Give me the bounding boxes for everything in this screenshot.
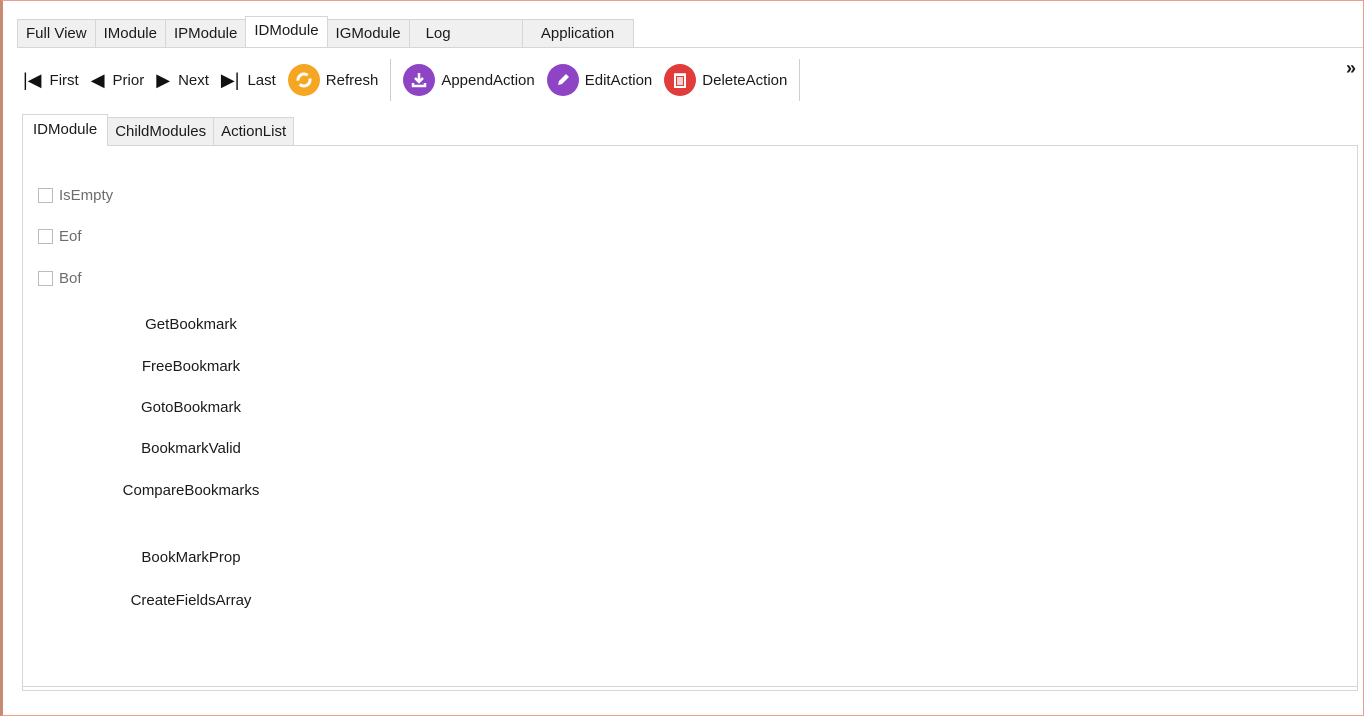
checkbox-box[interactable] (38, 271, 53, 286)
get-bookmark-command[interactable]: GetBookmark (101, 316, 281, 333)
idmodule-panel (22, 145, 1358, 691)
goto-bookmark-command[interactable]: GotoBookmark (101, 399, 281, 416)
inner-tab-actionlist[interactable]: ActionList (213, 117, 295, 146)
prior-record-icon: ◀ (90, 69, 105, 90)
bookmark-valid-command[interactable]: BookmarkValid (101, 440, 281, 457)
bof-checkbox[interactable]: Bof (38, 270, 82, 287)
inner-tab-childmodules[interactable]: ChildModules (107, 117, 215, 146)
refresh-label: Refresh (325, 71, 379, 89)
prior-label: Prior (112, 71, 145, 89)
edit-action-label: EditAction (584, 71, 653, 89)
inner-tab-idmodule[interactable]: IDModule (22, 114, 109, 146)
trash-icon (664, 64, 697, 96)
first-button[interactable]: |◀ First (17, 60, 85, 100)
next-button[interactable]: ▶ Next (150, 60, 215, 100)
append-download-icon (403, 64, 436, 96)
tab-imodule[interactable]: IModule (94, 19, 166, 47)
prior-button[interactable]: ◀ Prior (85, 60, 151, 100)
toolbar-overflow-icon[interactable]: » (1346, 58, 1356, 79)
last-record-icon: ▶| (220, 69, 240, 90)
eof-checkbox[interactable]: Eof (38, 228, 82, 245)
next-label: Next (178, 71, 209, 89)
tab-application[interactable]: Application (521, 19, 634, 47)
refresh-icon (287, 64, 320, 96)
checkbox-box[interactable] (38, 229, 53, 244)
isempty-checkbox[interactable]: IsEmpty (38, 187, 113, 204)
edit-action-button[interactable]: EditAction (541, 60, 659, 100)
main-tab-strip: Full View IModule IPModule IDModule IGMo… (17, 16, 634, 47)
toolbar-separator (390, 59, 392, 101)
tab-idmodule[interactable]: IDModule (245, 16, 328, 47)
create-fields-array-command[interactable]: CreateFieldsArray (101, 592, 281, 609)
first-record-icon: |◀ (23, 69, 42, 90)
next-record-icon: ▶ (156, 69, 171, 90)
append-action-button[interactable]: AppendAction (397, 60, 540, 100)
pencil-icon (546, 64, 579, 96)
refresh-button[interactable]: Refresh (282, 60, 385, 100)
first-label: First (49, 71, 79, 89)
last-label: Last (247, 71, 276, 89)
append-action-label: AppendAction (441, 71, 535, 89)
tab-log[interactable]: Log (408, 19, 523, 47)
delete-action-button[interactable]: DeleteAction (658, 60, 793, 100)
isempty-label: IsEmpty (59, 187, 114, 204)
tab-igmodule[interactable]: IGModule (326, 19, 410, 47)
bof-label: Bof (59, 270, 82, 287)
tab-ipmodule[interactable]: IPModule (164, 19, 247, 47)
checkbox-box[interactable] (38, 188, 53, 203)
delete-action-label: DeleteAction (702, 71, 788, 89)
last-button[interactable]: ▶| Last (215, 60, 282, 100)
inner-tab-strip: IDModule ChildModules ActionList (22, 114, 295, 146)
compare-bookmarks-command[interactable]: CompareBookmarks (101, 482, 281, 499)
toolbar: |◀ First ◀ Prior ▶ Next ▶| Last Refresh … (17, 56, 1357, 104)
panel-divider (22, 686, 1358, 687)
free-bookmark-command[interactable]: FreeBookmark (101, 358, 281, 375)
eof-label: Eof (59, 228, 82, 245)
tab-full-view[interactable]: Full View (17, 19, 96, 47)
bookmark-prop-command[interactable]: BookMarkProp (101, 549, 281, 566)
toolbar-separator-end (799, 59, 801, 101)
